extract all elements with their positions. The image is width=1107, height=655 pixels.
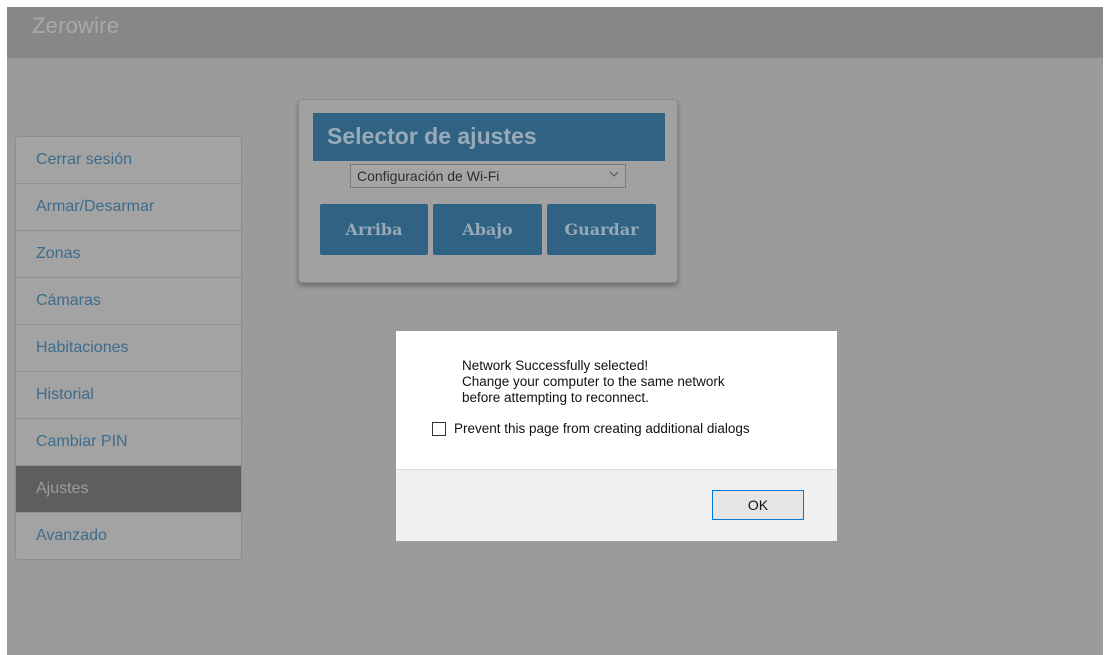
sidebar-item-advanced[interactable]: Avanzado	[16, 513, 241, 559]
top-bar: Zerowire	[7, 7, 1103, 58]
dialog-message-line: Network Successfully selected!	[462, 358, 649, 373]
dialog-footer: OK	[396, 469, 837, 541]
dialog-message: Network Successfully selected! Change yo…	[462, 358, 725, 406]
sidebar-item-history[interactable]: Historial	[16, 372, 241, 419]
settings-selector-panel: Selector de ajustes Configuración de Wi-…	[298, 99, 678, 283]
page-frame: Zerowire Cerrar sesión Armar/Desarmar Zo…	[7, 7, 1103, 655]
panel-header: Selector de ajustes	[313, 113, 665, 161]
prevent-dialogs-label[interactable]: Prevent this page from creating addition…	[454, 421, 750, 436]
up-button[interactable]: Arriba	[320, 204, 428, 255]
sidebar-item-arm-disarm[interactable]: Armar/Desarmar	[16, 184, 241, 231]
sidebar-item-change-pin[interactable]: Cambiar PIN	[16, 419, 241, 466]
sidebar-item-logout[interactable]: Cerrar sesión	[16, 137, 241, 184]
sidebar-menu: Cerrar sesión Armar/Desarmar Zonas Cámar…	[15, 136, 242, 560]
ok-button[interactable]: OK	[712, 490, 804, 520]
brand-logo[interactable]: Zerowire	[32, 13, 119, 39]
down-button[interactable]: Abajo	[433, 204, 542, 255]
alert-dialog: Network Successfully selected! Change yo…	[395, 330, 838, 541]
sidebar-item-settings[interactable]: Ajustes	[16, 466, 241, 513]
settings-select-value: Configuración de Wi-Fi	[357, 168, 500, 184]
dialog-message-line: before attempting to reconnect.	[462, 390, 649, 405]
sidebar-item-cameras[interactable]: Cámaras	[16, 278, 241, 325]
sidebar-item-zones[interactable]: Zonas	[16, 231, 241, 278]
panel-title: Selector de ajustes	[327, 123, 537, 149]
prevent-dialogs-checkbox[interactable]	[432, 422, 446, 436]
sidebar-item-rooms[interactable]: Habitaciones	[16, 325, 241, 372]
settings-select[interactable]: Configuración de Wi-Fi	[350, 164, 626, 188]
save-button[interactable]: Guardar	[547, 204, 656, 255]
chevron-down-icon	[609, 171, 619, 177]
dialog-message-line: Change your computer to the same network	[462, 374, 725, 389]
